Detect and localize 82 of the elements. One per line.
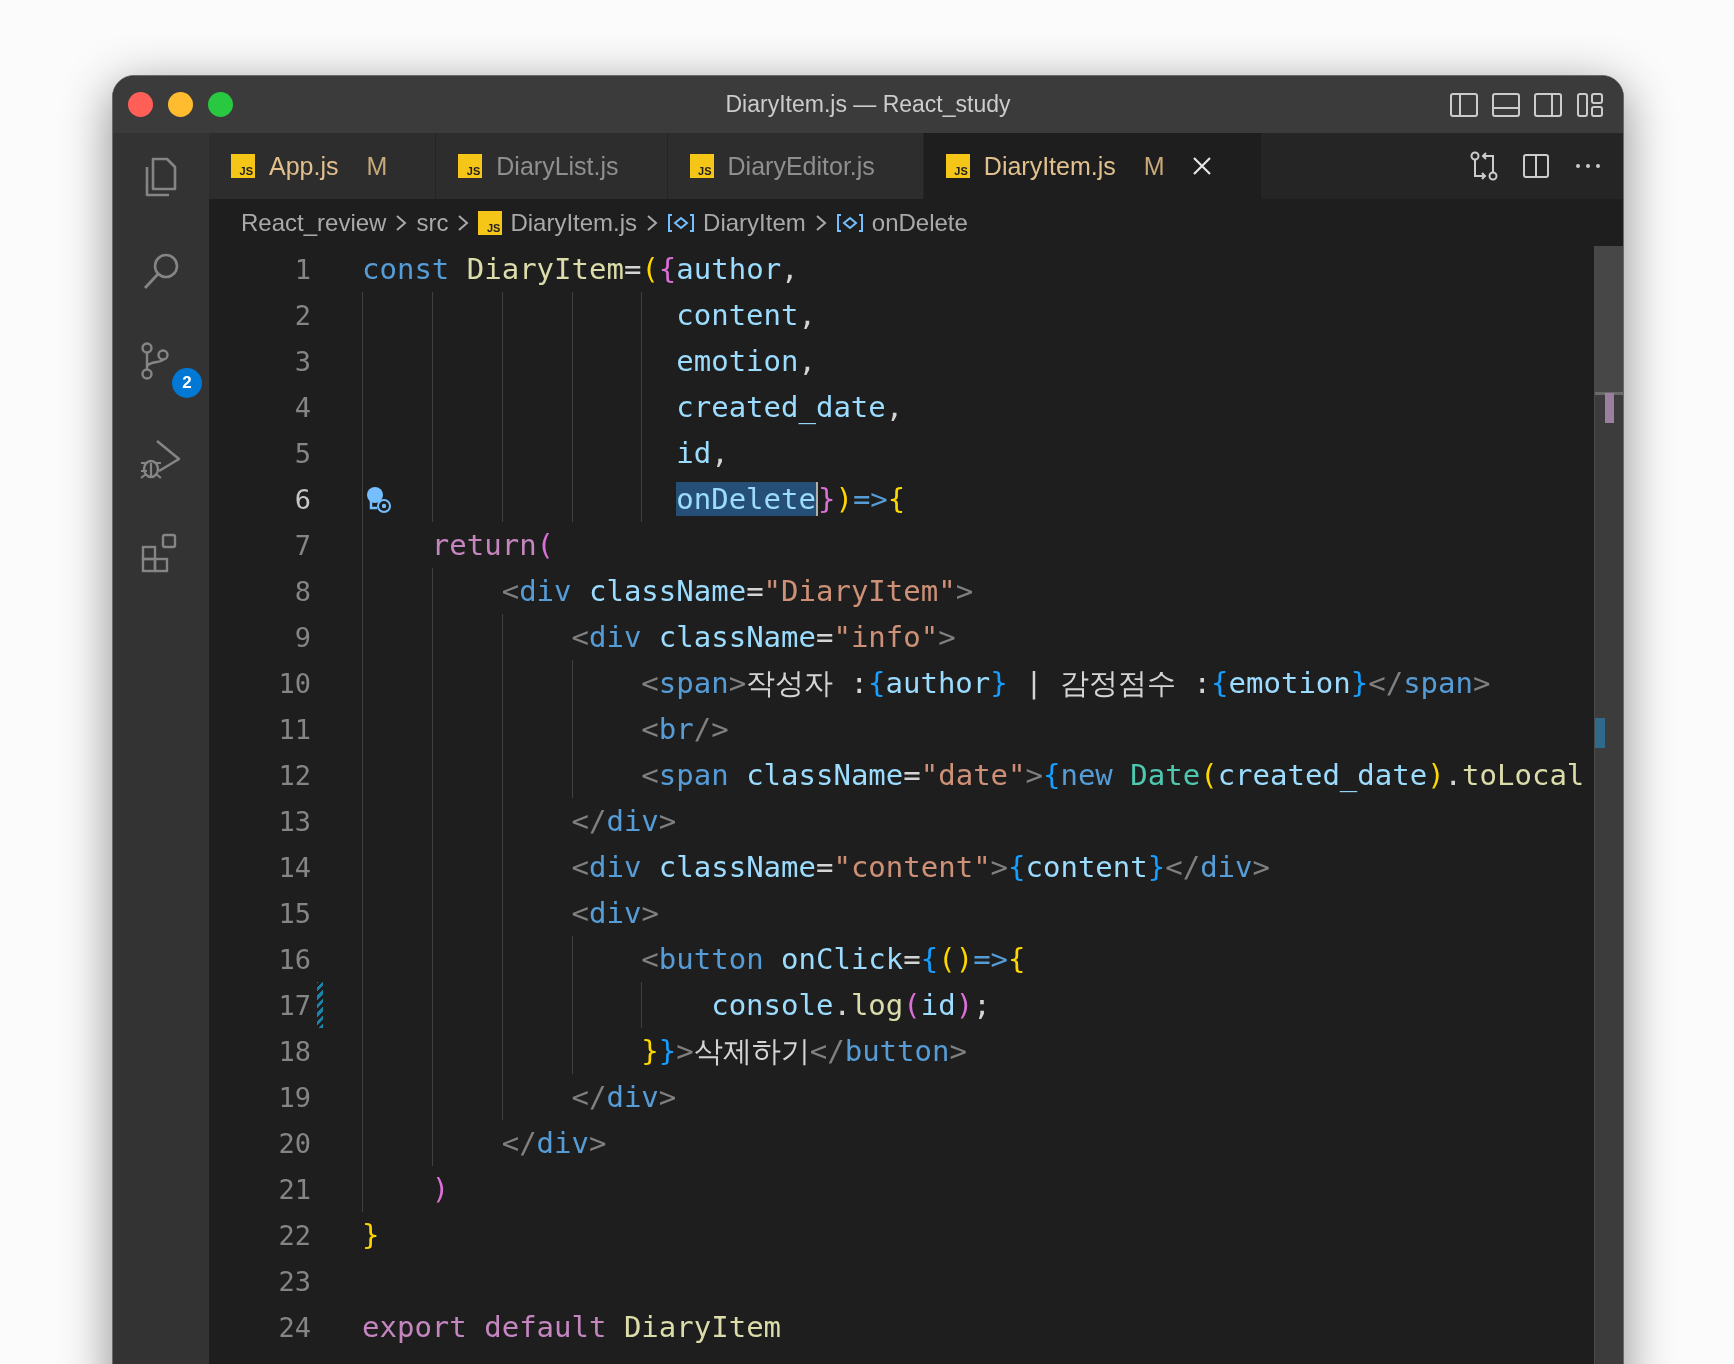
code-line: <div className="content">{content}</div> bbox=[571, 850, 1270, 884]
editor-tab[interactable]: JS DiaryList.js bbox=[436, 133, 668, 199]
line-number: 18 bbox=[277, 1035, 311, 1067]
compare-changes-icon[interactable] bbox=[1469, 151, 1499, 181]
scrollbar-thumb[interactable] bbox=[1595, 246, 1623, 395]
editor-tab[interactable]: JS DiaryItem.js M bbox=[923, 133, 1262, 199]
line-number: 16 bbox=[277, 943, 311, 975]
line-number: 17 bbox=[277, 989, 311, 1021]
code-line: id, bbox=[676, 436, 729, 470]
breadcrumb-item[interactable]: DiaryItem bbox=[703, 208, 806, 237]
js-file-icon: JS bbox=[231, 154, 255, 178]
line-number: 4 bbox=[293, 391, 311, 423]
maximize-window-button[interactable] bbox=[208, 92, 233, 117]
line-number: 21 bbox=[277, 1173, 311, 1205]
line-number: 2 bbox=[293, 299, 311, 331]
code-line: const DiaryItem=({author, bbox=[362, 252, 799, 286]
line-number: 1 bbox=[293, 253, 311, 285]
code-line: </div> bbox=[571, 804, 677, 838]
symbol-icon bbox=[667, 212, 696, 233]
minimize-window-button[interactable] bbox=[168, 92, 193, 117]
code-line: emotion, bbox=[676, 344, 816, 378]
js-file-icon: JS bbox=[458, 154, 483, 178]
chevron-icon bbox=[394, 213, 409, 232]
line-number: 11 bbox=[277, 713, 311, 745]
code-line: <button onClick={()=>{ bbox=[641, 942, 1026, 976]
customize-layout-icon[interactable] bbox=[1575, 90, 1605, 119]
code-line: content, bbox=[676, 298, 816, 332]
breadcrumb-item[interactable]: src bbox=[416, 208, 449, 237]
line-number: 5 bbox=[293, 437, 311, 469]
toggle-secondary-sidebar-icon[interactable] bbox=[1533, 90, 1563, 119]
code-line: return( bbox=[431, 528, 555, 562]
line-number: 6 bbox=[293, 483, 311, 515]
close-icon[interactable] bbox=[1190, 155, 1213, 177]
js-file-icon: JS bbox=[689, 154, 714, 178]
js-file-icon: JS bbox=[478, 210, 503, 235]
chevron-icon bbox=[456, 213, 471, 232]
line-number: 3 bbox=[293, 345, 311, 377]
symbol-icon bbox=[835, 212, 864, 233]
toggle-sidebar-icon[interactable] bbox=[1449, 90, 1479, 119]
overview-ruler-mark bbox=[1605, 393, 1614, 423]
toggle-panel-icon[interactable] bbox=[1491, 90, 1521, 119]
breadcrumb-item[interactable]: onDelete bbox=[871, 208, 968, 237]
code-line: <span className="date">{new Date(created_date).toLocal bbox=[641, 758, 1585, 792]
code-line: created_date, bbox=[676, 390, 904, 424]
close-window-button[interactable] bbox=[128, 92, 153, 117]
code-line: console.log(id); bbox=[711, 988, 991, 1022]
line-number: 7 bbox=[293, 529, 311, 561]
code-line: </div> bbox=[571, 1080, 677, 1114]
split-editor-icon[interactable] bbox=[1521, 151, 1551, 181]
overview-ruler-mark bbox=[1595, 718, 1605, 748]
code-line: } bbox=[362, 1218, 380, 1252]
code-line: }}>삭제하기</button> bbox=[641, 1034, 967, 1068]
breadcrumb-item[interactable]: DiaryItem.js bbox=[510, 208, 638, 237]
line-number: 19 bbox=[277, 1081, 311, 1113]
line-number: 22 bbox=[277, 1219, 311, 1251]
line-number: 10 bbox=[277, 667, 311, 699]
window-title: DiaryItem.js — React_study bbox=[725, 91, 1011, 117]
line-number: 12 bbox=[277, 759, 311, 791]
line-number: 23 bbox=[277, 1265, 311, 1297]
code-line: <div className="info"> bbox=[571, 620, 956, 654]
line-number: 9 bbox=[293, 621, 311, 653]
line-number: 8 bbox=[293, 575, 311, 607]
chevron-icon bbox=[645, 213, 660, 232]
code-line: </div> bbox=[501, 1126, 607, 1160]
line-number: 20 bbox=[277, 1127, 311, 1159]
code-line: <div> bbox=[571, 896, 659, 930]
code-line: export default DiaryItem bbox=[362, 1310, 782, 1344]
code-line: <br/> bbox=[641, 712, 729, 746]
count-badge: 2 bbox=[172, 368, 202, 398]
code-line: <div className="DiaryItem"> bbox=[501, 574, 974, 608]
code-line: <span>작성자 :{author} | 감정점수 :{emotion}</span> bbox=[641, 666, 1491, 700]
js-file-icon: JS bbox=[945, 154, 970, 178]
lightbulb-icon[interactable] bbox=[366, 486, 392, 514]
editor-tab[interactable]: JS DiaryEditor.js bbox=[667, 133, 924, 199]
code-line: ) bbox=[431, 1172, 450, 1206]
line-number: 15 bbox=[277, 897, 311, 929]
scrollbar[interactable] bbox=[1594, 246, 1623, 1364]
line-number: 13 bbox=[277, 805, 311, 837]
line-number: 24 bbox=[277, 1311, 311, 1343]
breadcrumb-item[interactable]: React_review bbox=[241, 208, 387, 237]
line-number: 14 bbox=[277, 851, 311, 883]
editor-tab[interactable]: JS App.js M bbox=[209, 133, 437, 199]
